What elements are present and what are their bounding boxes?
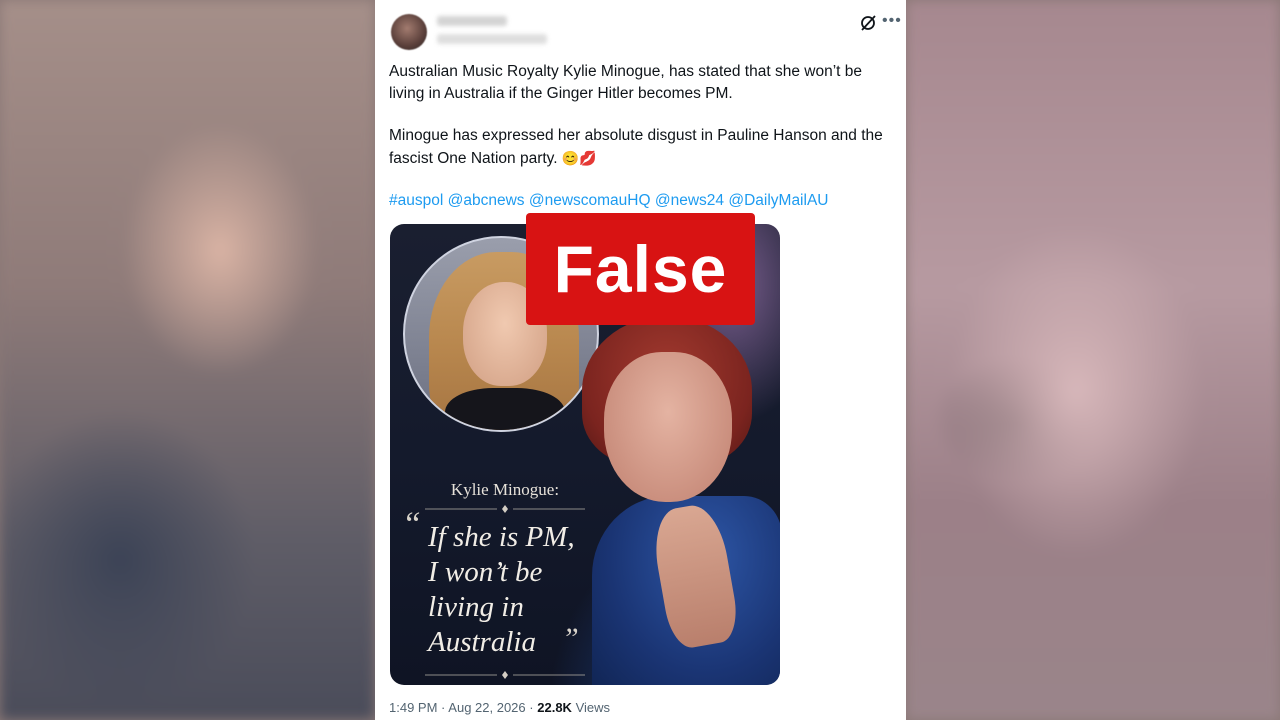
hashtag-link[interactable]: #auspol bbox=[389, 192, 443, 209]
fact-check-false-badge: False bbox=[526, 213, 755, 325]
quote-line: If she is PM, bbox=[428, 521, 575, 553]
quote-line: I won’t be bbox=[428, 556, 543, 588]
tweet-meta: 1:49 PM · Aug 22, 2026 · 22.8K Views bbox=[389, 700, 610, 715]
more-icon[interactable]: ••• bbox=[882, 12, 902, 32]
tweet-hashtags: #auspol @abcnews @newscomauHQ @news24 @D… bbox=[389, 190, 894, 212]
tweet-header: ••• bbox=[391, 12, 901, 50]
emoji: 😊💋 bbox=[561, 150, 597, 166]
meta-separator: · bbox=[441, 700, 446, 715]
portrait-outfit bbox=[445, 388, 565, 430]
tweet-date[interactable]: Aug 22, 2026 bbox=[448, 700, 525, 715]
mention-link[interactable]: @abcnews bbox=[448, 192, 525, 209]
photo-face bbox=[604, 352, 732, 502]
redacted-display-name bbox=[437, 16, 507, 26]
tweet-paragraph-2-text: Minogue has expressed her absolute disgu… bbox=[389, 127, 883, 167]
meta-separator: · bbox=[529, 700, 534, 715]
views-label: Views bbox=[575, 700, 611, 715]
tweet-paragraph-2: Minogue has expressed her absolute disgu… bbox=[389, 125, 894, 170]
ornament-divider bbox=[425, 671, 585, 679]
mention-link[interactable]: @DailyMailAU bbox=[728, 192, 828, 209]
quote-attribution: Kylie Minogue: bbox=[450, 480, 560, 499]
views-count: 22.8K bbox=[537, 700, 572, 715]
quote-line: Australia bbox=[428, 626, 536, 658]
redacted-handle bbox=[437, 34, 547, 44]
tweet-text: Australian Music Royalty Kylie Minogue, … bbox=[389, 61, 894, 212]
fact-check-label: False bbox=[553, 232, 728, 306]
mention-link[interactable]: @news24 bbox=[655, 192, 724, 209]
avatar[interactable] bbox=[391, 14, 427, 50]
quote-close-mark: ” bbox=[562, 622, 579, 655]
mention-link[interactable]: @newscomauHQ bbox=[529, 192, 651, 209]
quote-line: living in bbox=[428, 591, 524, 623]
quote-text: If she is PM, I won’t be living in Austr… bbox=[428, 520, 628, 660]
tweet-card: ••• Australian Music Royalty Kylie Minog… bbox=[375, 0, 906, 720]
grok-icon[interactable] bbox=[859, 14, 877, 32]
blurred-background-right bbox=[906, 0, 1280, 720]
quote-open-mark: “ bbox=[402, 506, 421, 543]
blurred-background-left bbox=[0, 0, 375, 720]
ornament-divider bbox=[425, 505, 585, 513]
tweet-time[interactable]: 1:49 PM bbox=[389, 700, 437, 715]
tweet-paragraph-1: Australian Music Royalty Kylie Minogue, … bbox=[389, 63, 862, 102]
